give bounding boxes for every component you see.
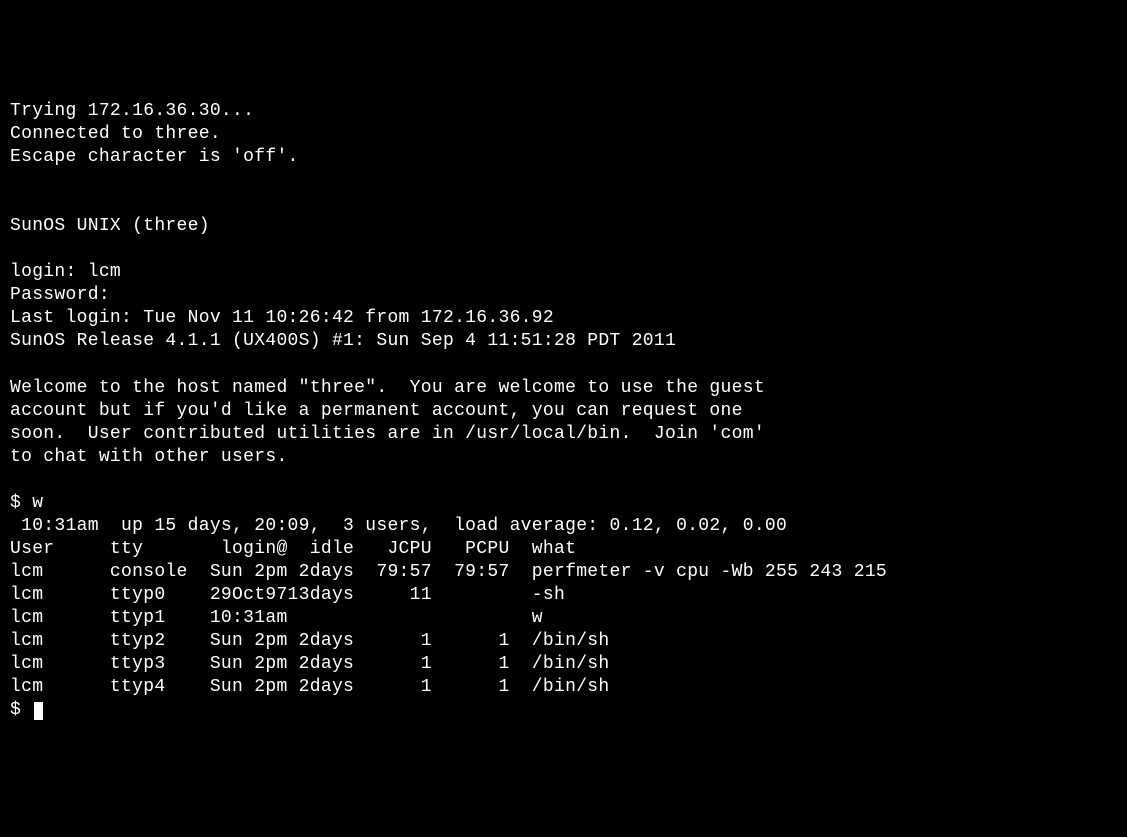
w-row: lcm console Sun 2pm 2days 79:57 79:57 pe…: [10, 561, 1117, 584]
shell-prompt[interactable]: $: [10, 699, 1117, 722]
blank-line: [10, 192, 1117, 215]
motd-line: account but if you'd like a permanent ac…: [10, 400, 1117, 423]
login-prompt: login: lcm: [10, 261, 1117, 284]
motd-line: soon. User contributed utilities are in …: [10, 423, 1117, 446]
w-header: User tty login@ idle JCPU PCPU what: [10, 538, 1117, 561]
connection-escape: Escape character is 'off'.: [10, 146, 1117, 169]
release-info: SunOS Release 4.1.1 (UX400S) #1: Sun Sep…: [10, 330, 1117, 353]
w-row: lcm ttyp1 10:31am w: [10, 607, 1117, 630]
connection-connected: Connected to three.: [10, 123, 1117, 146]
w-summary: 10:31am up 15 days, 20:09, 3 users, load…: [10, 515, 1117, 538]
blank-line: [10, 353, 1117, 376]
connection-trying: Trying 172.16.36.30...: [10, 100, 1117, 123]
command-entry: $ w: [10, 492, 1117, 515]
motd-line: Welcome to the host named "three". You a…: [10, 377, 1117, 400]
w-row: lcm ttyp4 Sun 2pm 2days 1 1 /bin/sh: [10, 676, 1117, 699]
blank-line: [10, 238, 1117, 261]
blank-line: [10, 469, 1117, 492]
w-row: lcm ttyp0 29Oct9713days 11 -sh: [10, 584, 1117, 607]
blank-line: [10, 169, 1117, 192]
prompt-symbol: $: [10, 700, 32, 720]
motd-line: to chat with other users.: [10, 446, 1117, 469]
w-row: lcm ttyp2 Sun 2pm 2days 1 1 /bin/sh: [10, 630, 1117, 653]
last-login: Last login: Tue Nov 11 10:26:42 from 172…: [10, 307, 1117, 330]
w-row: lcm ttyp3 Sun 2pm 2days 1 1 /bin/sh: [10, 653, 1117, 676]
terminal-output[interactable]: Trying 172.16.36.30...Connected to three…: [10, 100, 1117, 722]
cursor-icon: [34, 702, 43, 720]
system-banner: SunOS UNIX (three): [10, 215, 1117, 238]
password-prompt: Password:: [10, 284, 1117, 307]
